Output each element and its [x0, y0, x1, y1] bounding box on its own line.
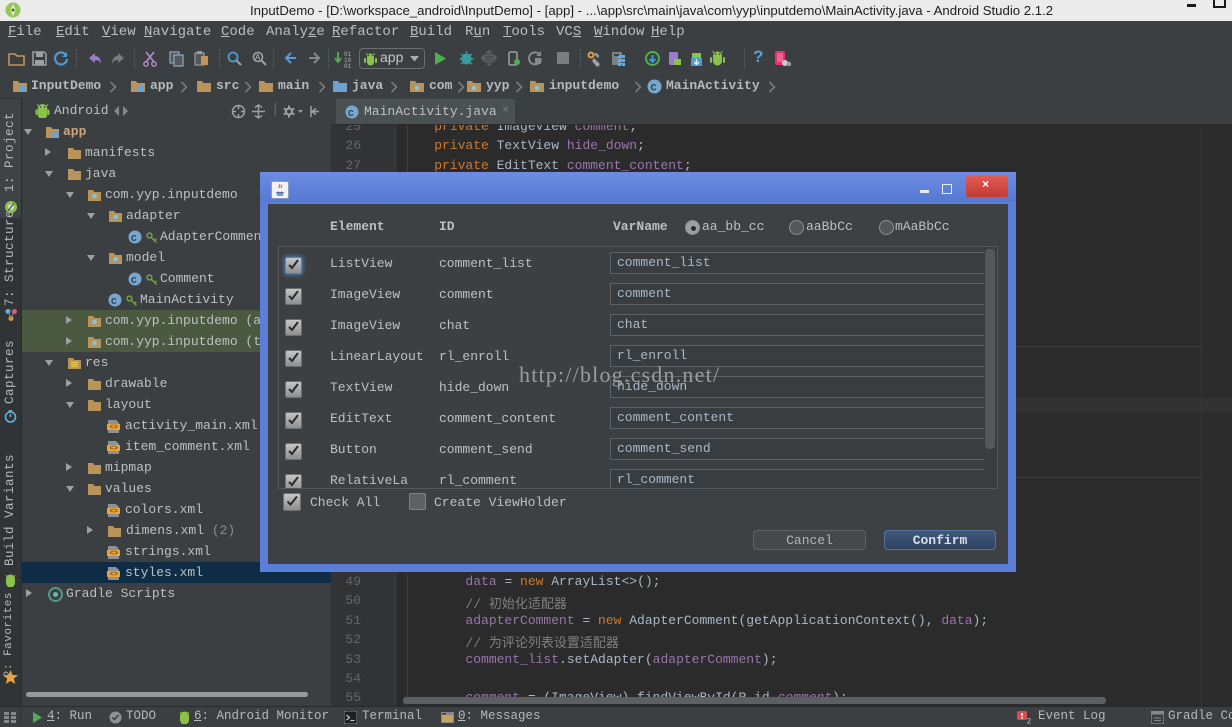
svg-text:C: C: [651, 84, 657, 95]
svg-text:C: C: [131, 233, 137, 244]
svg-text:<>: <>: [110, 424, 118, 432]
svg-text:<>: <>: [110, 571, 118, 579]
svg-text:C: C: [131, 275, 137, 286]
svg-text:01: 01: [344, 63, 352, 68]
svg-text:2: 2: [1027, 718, 1032, 725]
svg-text:C: C: [348, 108, 354, 119]
svg-text:A: A: [255, 53, 261, 62]
svg-text:<>: <>: [110, 508, 118, 516]
svg-text:C: C: [111, 296, 117, 307]
svg-text:<>: <>: [110, 550, 118, 558]
svg-text:<>: <>: [110, 445, 118, 453]
